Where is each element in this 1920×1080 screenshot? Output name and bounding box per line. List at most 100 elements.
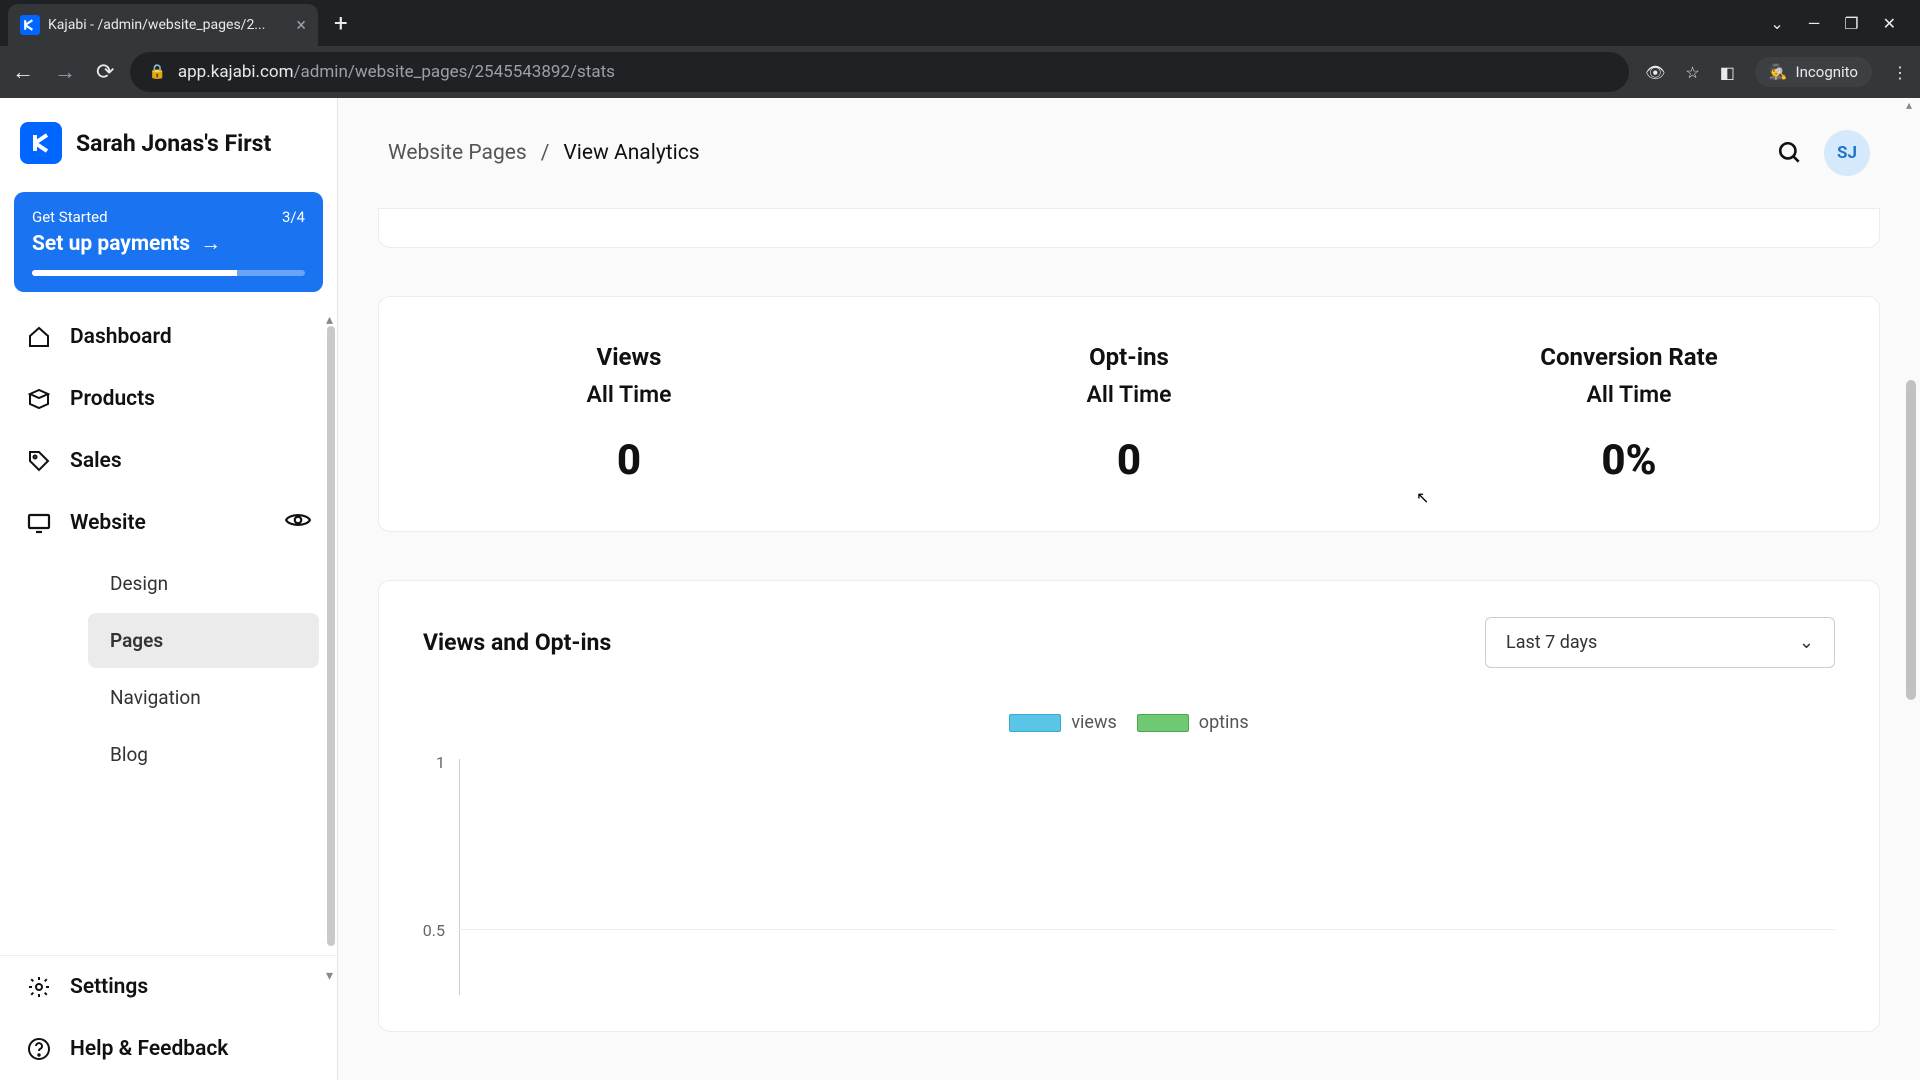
nav-label: Help & Feedback <box>70 1037 228 1061</box>
sidebar-scrollbar[interactable] <box>325 326 337 1080</box>
chart-card: Views and Opt-ins Last 7 days ⌄ views op… <box>378 580 1880 1032</box>
range-selected-value: Last 7 days <box>1506 632 1597 653</box>
stat-period: All Time <box>1379 381 1879 408</box>
nav-label: Dashboard <box>70 325 172 349</box>
nav-label: Settings <box>70 975 148 999</box>
stat-period: All Time <box>379 381 879 408</box>
y-tick: 0.5 <box>423 921 445 940</box>
legend-swatch-views <box>1009 714 1061 732</box>
stat-title: Conversion Rate <box>1379 343 1879 371</box>
legend-item-optins[interactable]: optins <box>1137 712 1249 733</box>
eye-icon[interactable] <box>285 510 311 536</box>
app-shell: Sarah Jonas's First Get Started 3/4 Set … <box>0 98 1920 1080</box>
kajabi-logo-icon <box>20 122 62 164</box>
incognito-icon: 🕵 <box>1769 63 1788 81</box>
box-icon <box>26 386 52 412</box>
breadcrumb-parent[interactable]: Website Pages <box>388 141 527 165</box>
minimize-icon[interactable]: ― <box>1808 14 1821 33</box>
eye-off-icon[interactable]: 👁 <box>1645 63 1665 82</box>
lock-icon: 🔒 <box>148 64 165 80</box>
avatar[interactable]: SJ <box>1824 130 1870 176</box>
kebab-menu-icon[interactable]: ⋮ <box>1892 63 1908 82</box>
chart-legend: views optins <box>423 712 1835 733</box>
sidebar-item-sales[interactable]: Sales <box>0 430 337 492</box>
address-bar[interactable]: 🔒 app.kajabi.com/admin/website_pages/254… <box>130 52 1629 92</box>
sidebar-item-products[interactable]: Products <box>0 368 337 430</box>
help-icon <box>26 1036 52 1062</box>
grid-line <box>459 929 1835 930</box>
subnav-blog[interactable]: Blog <box>88 727 319 782</box>
onboarding-card[interactable]: Get Started 3/4 Set up payments → <box>14 192 323 292</box>
chevron-down-icon: ⌄ <box>1799 632 1814 653</box>
back-icon[interactable]: ← <box>12 59 34 85</box>
stat-value: 0 <box>379 436 879 485</box>
main-scrollbar[interactable]: ▴ <box>1904 98 1918 1080</box>
topbar: Website Pages / View Analytics SJ <box>338 98 1920 208</box>
legend-item-views[interactable]: views <box>1009 712 1116 733</box>
cursor-icon: ↖ <box>1416 488 1429 507</box>
extensions-icon[interactable]: ◧ <box>1720 63 1735 82</box>
y-tick: 1 <box>436 753 445 772</box>
brand[interactable]: Sarah Jonas's First <box>0 98 337 188</box>
sidebar-item-website[interactable]: Website <box>0 492 337 554</box>
reload-icon[interactable]: ⟳ <box>96 60 114 85</box>
maximize-icon[interactable]: ❐ <box>1844 14 1858 33</box>
sidebar-item-settings[interactable]: Settings <box>0 956 337 1018</box>
bookmark-icon[interactable]: ☆ <box>1685 63 1699 82</box>
stats-card: Views All Time 0 Opt-ins All Time 0 Conv… <box>378 296 1880 532</box>
onboarding-progress-bar <box>32 270 305 276</box>
url-bar: ← → ⟳ 🔒 app.kajabi.com/admin/website_pag… <box>0 46 1920 98</box>
collapsed-card <box>378 208 1880 248</box>
arrow-right-icon: → <box>200 232 221 256</box>
nav-label: Products <box>70 387 155 411</box>
scroll-up-icon[interactable]: ▴ <box>1906 98 1912 112</box>
url-text: app.kajabi.com/admin/website_pages/25455… <box>178 62 615 82</box>
breadcrumb-separator: / <box>541 141 550 165</box>
website-subnav: Design Pages Navigation Blog <box>44 554 337 784</box>
legend-swatch-optins <box>1137 714 1189 732</box>
chart-plot-area: 1 0.5 <box>423 745 1835 995</box>
stat-views: Views All Time 0 <box>379 343 879 485</box>
stat-conversion: Conversion Rate All Time 0% <box>1379 343 1879 485</box>
y-axis: 1 0.5 <box>423 745 453 995</box>
subnav-navigation[interactable]: Navigation <box>88 670 319 725</box>
browser-tab[interactable]: Kajabi - /admin/website_pages/2... × <box>8 4 318 46</box>
stat-title: Opt-ins <box>879 343 1379 371</box>
incognito-badge[interactable]: 🕵 Incognito <box>1755 57 1872 87</box>
nav-label: Website <box>70 511 146 535</box>
incognito-label: Incognito <box>1796 63 1858 81</box>
search-icon <box>1777 140 1803 166</box>
stat-optins: Opt-ins All Time 0 <box>879 343 1379 485</box>
search-button[interactable] <box>1770 133 1810 173</box>
tab-dropdown-icon[interactable]: ⌄ <box>1770 14 1783 33</box>
home-icon <box>26 324 52 350</box>
browser-chrome: Kajabi - /admin/website_pages/2... × + ⌄… <box>0 0 1920 98</box>
kajabi-favicon-icon <box>20 15 40 35</box>
sidebar-item-dashboard[interactable]: Dashboard <box>0 306 337 368</box>
stat-value: 0% <box>1379 436 1879 485</box>
avatar-initials: SJ <box>1837 143 1857 163</box>
legend-label: optins <box>1199 712 1249 733</box>
close-window-icon[interactable]: ✕ <box>1883 14 1896 33</box>
subnav-design[interactable]: Design <box>88 556 319 611</box>
main-content: ▴ Website Pages / View Analytics SJ View… <box>338 98 1920 1080</box>
nav-label: Sales <box>70 449 122 473</box>
date-range-select[interactable]: Last 7 days ⌄ <box>1485 617 1835 668</box>
onboarding-progress-text: 3/4 <box>282 208 305 226</box>
stat-period: All Time <box>879 381 1379 408</box>
onboarding-action: Set up payments <box>32 232 190 256</box>
y-axis-line <box>459 759 460 995</box>
breadcrumb: Website Pages / View Analytics <box>388 141 700 165</box>
site-name: Sarah Jonas's First <box>76 130 271 157</box>
sidebar-item-help[interactable]: Help & Feedback <box>0 1018 337 1080</box>
subnav-pages[interactable]: Pages <box>88 613 319 668</box>
close-tab-icon[interactable]: × <box>296 15 306 36</box>
window-controls: ⌄ ― ❐ ✕ <box>1770 14 1912 33</box>
monitor-icon <box>26 510 52 536</box>
forward-icon[interactable]: → <box>54 59 76 85</box>
breadcrumb-current: View Analytics <box>563 141 699 165</box>
stat-value: 0 <box>879 436 1379 485</box>
stat-title: Views <box>379 343 879 371</box>
legend-label: views <box>1071 712 1116 733</box>
new-tab-button[interactable]: + <box>334 9 348 37</box>
